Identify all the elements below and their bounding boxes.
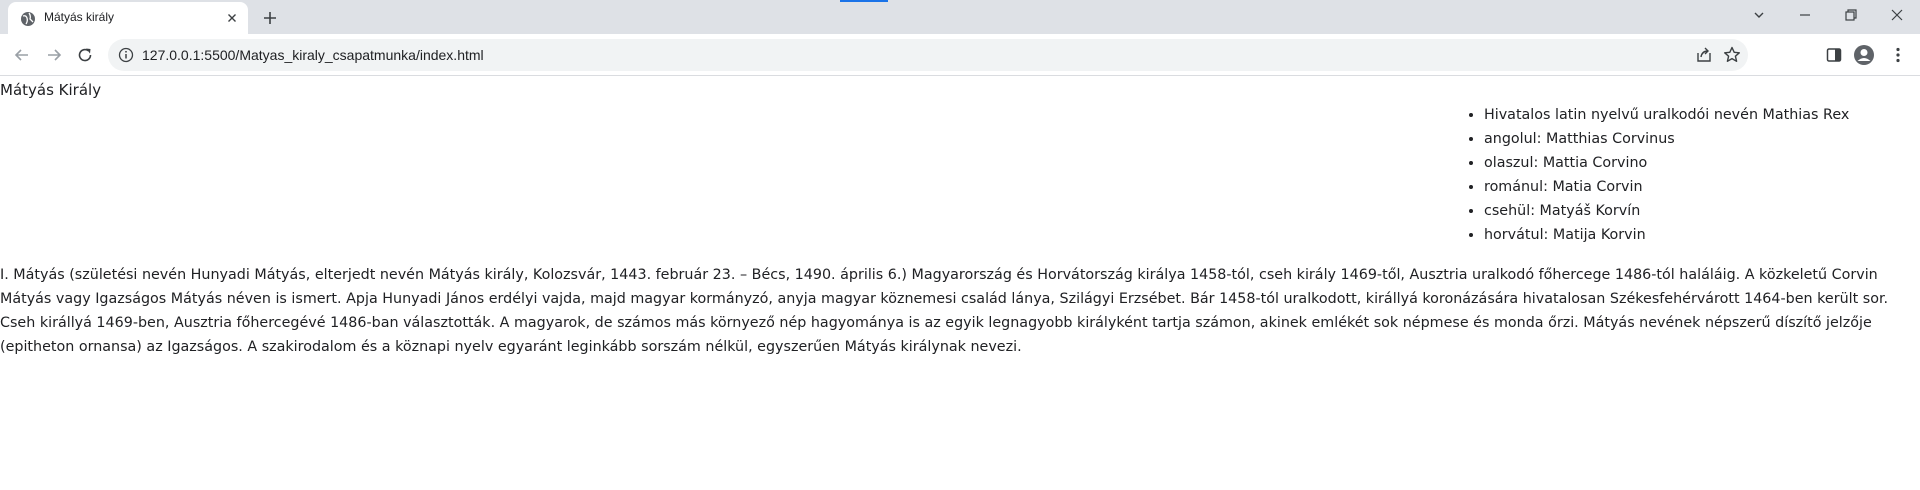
tab-strip-indicator [840,0,888,2]
share-icon[interactable] [1694,45,1714,65]
browser-tab[interactable]: Mátyás király [8,2,248,34]
page-title: Mátyás Király [0,81,102,99]
list-item: angolul: Matthias Corvinus [1484,127,1849,151]
menu-kebab-icon[interactable] [1886,43,1910,67]
forward-arrow-icon[interactable] [42,43,66,67]
list-item: csehül: Matyáš Korvín [1484,199,1849,223]
bookmark-star-icon[interactable] [1722,45,1742,65]
profile-avatar-icon[interactable] [1852,43,1876,67]
url-text: 127.0.0.1:5500/Matyas_kiraly_csapatmunka… [142,47,484,63]
close-window-icon[interactable] [1874,0,1920,30]
tab-title: Mátyás király [44,10,115,24]
minimize-icon[interactable] [1782,0,1828,30]
side-panel-icon[interactable] [1822,43,1846,67]
new-tab-icon[interactable] [258,6,282,30]
back-arrow-icon[interactable] [10,43,34,67]
name-variants-list: Hivatalos latin nyelvű uralkodói nevén M… [1484,103,1849,247]
reload-icon[interactable] [73,43,97,67]
url-path: :5500/Matyas_kiraly_csapatmunka/index.ht… [200,47,484,63]
list-item: Hivatalos latin nyelvű uralkodói nevén M… [1484,103,1849,127]
restore-icon[interactable] [1828,0,1874,30]
tab-strip: Mátyás király [0,0,1920,34]
web-page: Mátyás Király Hivatalos latin nyelvű ura… [0,77,1920,490]
list-item: olaszul: Mattia Corvino [1484,151,1849,175]
url-host: 127.0.0.1 [142,47,201,63]
close-tab-icon[interactable] [224,10,240,26]
list-item: románul: Matia Corvin [1484,175,1849,199]
globe-icon [20,11,36,27]
site-info-icon[interactable] [118,47,134,63]
tab-search-icon[interactable] [1736,0,1782,30]
list-item: horvátul: Matija Korvin [1484,223,1849,247]
browser-toolbar: 127.0.0.1:5500/Matyas_kiraly_csapatmunka… [0,34,1920,76]
address-bar[interactable]: 127.0.0.1:5500/Matyas_kiraly_csapatmunka… [108,39,1748,71]
biography-paragraph: I. Mátyás (születési nevén Hunyadi Mátyá… [0,267,1889,355]
